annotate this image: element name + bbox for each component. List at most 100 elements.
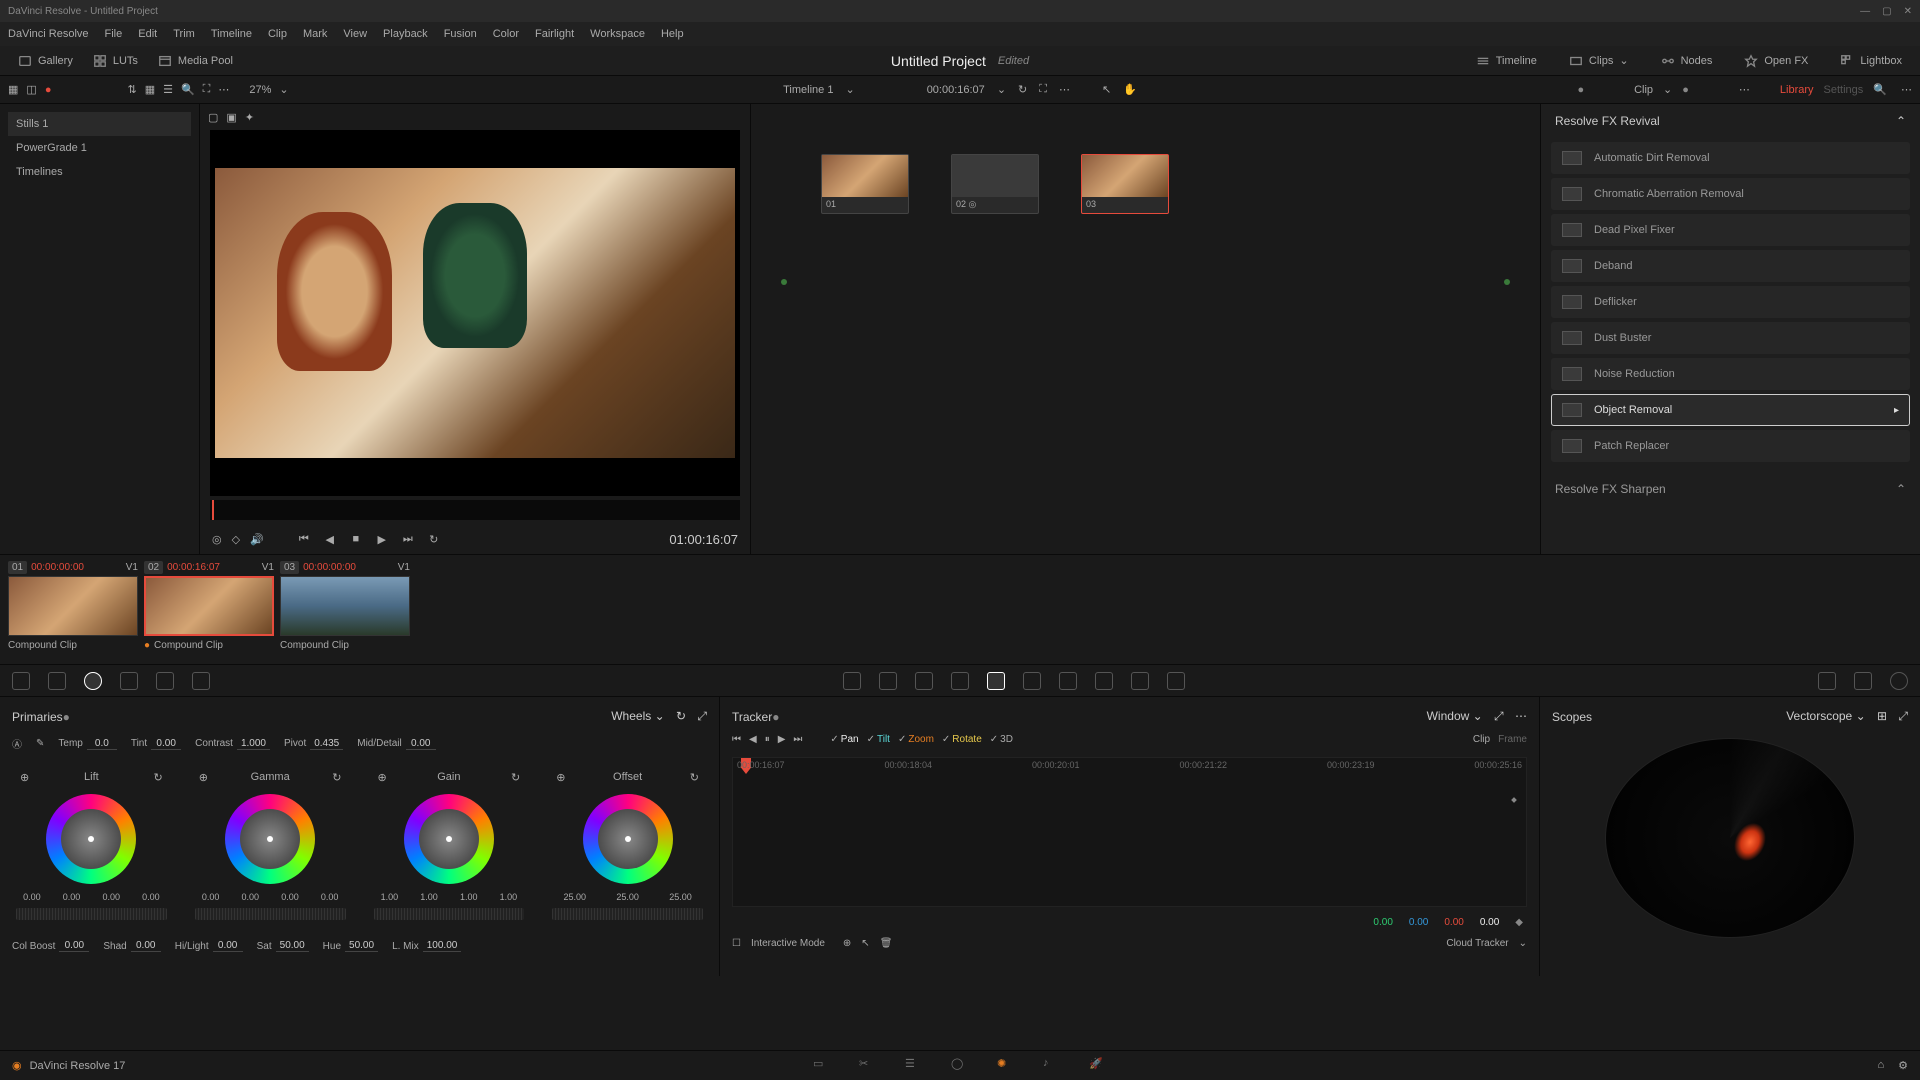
chevron-down-icon[interactable]: ⌄	[845, 83, 854, 96]
gallery-button[interactable]: Gallery	[8, 46, 83, 75]
chevron-down-icon[interactable]: ⌄	[1473, 709, 1483, 723]
menu-davinci[interactable]: DaVinci Resolve	[8, 28, 89, 40]
clip-thumbnail[interactable]	[280, 576, 410, 636]
sidebar-item-powergrade[interactable]: PowerGrade 1	[8, 136, 191, 160]
luts-button[interactable]: LUTs	[83, 46, 148, 75]
curves-icon[interactable]	[843, 672, 861, 690]
menu-workspace[interactable]: Workspace	[590, 28, 645, 40]
color-page-icon[interactable]: ✺	[997, 1057, 1015, 1075]
node-02[interactable]: 02 ◎	[951, 154, 1039, 214]
track-forward-button[interactable]: ▶	[778, 734, 786, 745]
adj-middetail[interactable]: Mid/Detail0.00	[357, 738, 435, 750]
clip-thumbnail[interactable]	[144, 576, 274, 636]
y-lift-slider[interactable]	[552, 908, 703, 920]
fx-item-dust-buster[interactable]: Dust Buster	[1551, 322, 1910, 354]
tilt-checkbox[interactable]: ✓ Tilt	[867, 734, 890, 745]
reset-icon[interactable]: ↻	[676, 709, 686, 723]
stop-button[interactable]: ■	[348, 531, 364, 547]
adj-pivot[interactable]: Pivot0.435	[284, 738, 343, 750]
window-dropdown[interactable]: Window	[1427, 709, 1470, 723]
fusion-page-icon[interactable]: ◯	[951, 1057, 969, 1075]
scope-options-icon[interactable]: ⊞	[1877, 709, 1887, 723]
home-icon[interactable]: ⌂	[1877, 1059, 1884, 1072]
wheel-reset-icon[interactable]: ↻	[154, 771, 163, 784]
node-dot-icon[interactable]: ●	[1682, 84, 1689, 96]
blur-icon[interactable]	[1059, 672, 1077, 690]
clip-01[interactable]: 0100:00:00:00V1Compound Clip	[8, 559, 138, 655]
adj-shad[interactable]: Shad0.00	[103, 940, 160, 952]
viewer-timecode[interactable]: 00:00:16:07	[927, 84, 985, 96]
lightbox-button[interactable]: Lightbox	[1830, 54, 1912, 68]
scopes-toggle-icon[interactable]	[1854, 672, 1872, 690]
color-wheel[interactable]	[583, 794, 673, 884]
wheel-picker-icon[interactable]: ⊕	[378, 771, 387, 784]
tracker-keyframe-icon[interactable]: ◆	[1515, 917, 1523, 928]
interactive-checkbox[interactable]: ☐	[732, 938, 741, 949]
menu-file[interactable]: File	[105, 28, 123, 40]
wheel-picker-icon[interactable]: ⊕	[556, 771, 565, 784]
color-warper-icon[interactable]	[879, 672, 897, 690]
clip-mode-button[interactable]: Clip	[1473, 734, 1490, 745]
settings-tab[interactable]: Settings	[1824, 84, 1864, 96]
window-icon[interactable]: ▣	[226, 111, 236, 124]
pan-checkbox[interactable]: ✓ Pan	[830, 734, 858, 745]
menu-fusion[interactable]: Fusion	[444, 28, 477, 40]
node-dot-icon[interactable]: ●	[1577, 84, 1584, 96]
clip-03[interactable]: 0300:00:00:00V1Compound Clip	[280, 559, 410, 655]
tracker-icon[interactable]	[987, 672, 1005, 690]
openfx-button[interactable]: Open FX	[1734, 54, 1818, 68]
zoom-checkbox[interactable]: ✓ Zoom	[898, 734, 934, 745]
remove-point-icon[interactable]: ↖	[861, 938, 869, 949]
fx-icon[interactable]: ✦	[245, 111, 254, 124]
fairlight-page-icon[interactable]: ♪	[1043, 1057, 1061, 1075]
fx-options-icon[interactable]: ⋯	[1901, 83, 1912, 96]
wheel-picker-icon[interactable]: ⊕	[199, 771, 208, 784]
menu-clip[interactable]: Clip	[268, 28, 287, 40]
scope-type-dropdown[interactable]: Vectorscope	[1786, 709, 1852, 723]
camera-raw-icon[interactable]	[12, 672, 30, 690]
options-icon[interactable]: ⋯	[1739, 83, 1750, 96]
cut-page-icon[interactable]: ✂	[859, 1057, 877, 1075]
options-icon[interactable]: ⋯	[1515, 709, 1527, 723]
adj-temp[interactable]: Temp0.0	[58, 738, 116, 750]
mute-icon[interactable]: 🔊	[250, 533, 264, 546]
sidebar-item-timelines[interactable]: Timelines	[8, 160, 191, 184]
mediapool-button[interactable]: Media Pool	[148, 46, 243, 75]
project-settings-icon[interactable]: ⚙	[1898, 1059, 1908, 1072]
options-icon[interactable]: ⋯	[218, 83, 229, 96]
options-icon[interactable]: ⋯	[1059, 83, 1070, 96]
split-screen-icon[interactable]: ◫	[26, 83, 36, 96]
wheel-reset-icon[interactable]: ↻	[690, 771, 699, 784]
fx-item-chromatic-aberration-removal[interactable]: Chromatic Aberration Removal	[1551, 178, 1910, 210]
menu-color[interactable]: Color	[493, 28, 519, 40]
loop-icon[interactable]: ↻	[1018, 83, 1027, 96]
track-reverse-one-button[interactable]: ⏮	[732, 734, 741, 745]
clips-button[interactable]: Clips ⌄	[1559, 54, 1639, 68]
grid-view-icon[interactable]: ▦	[145, 83, 155, 96]
collapse-icon[interactable]: ⌃	[1896, 114, 1906, 128]
list-view-icon[interactable]: ☰	[163, 83, 173, 96]
adj-hilight[interactable]: Hi/Light0.00	[175, 940, 243, 952]
track-forward-one-button[interactable]: ⏭	[793, 734, 802, 745]
auto-balance-icon[interactable]: Ⓐ	[12, 736, 22, 751]
node-01[interactable]: 01	[821, 154, 909, 214]
wheel-reset-icon[interactable]: ↻	[511, 771, 520, 784]
chevron-down-icon[interactable]: ⌄	[655, 709, 665, 723]
pointer-tool-icon[interactable]: ↖	[1102, 83, 1111, 96]
hand-tool-icon[interactable]: ✋	[1123, 83, 1137, 96]
graph-input-icon[interactable]	[781, 279, 787, 285]
expand-icon[interactable]: ⤢	[1898, 709, 1908, 723]
menu-mark[interactable]: Mark	[303, 28, 327, 40]
rotate-checkbox[interactable]: ✓ Rotate	[942, 734, 982, 745]
chevron-down-icon[interactable]: ⌄	[1856, 709, 1866, 723]
rgb-mixer-icon[interactable]	[156, 672, 174, 690]
wheel-picker-icon[interactable]: ⊕	[20, 771, 29, 784]
node-03[interactable]: 03	[1081, 154, 1169, 214]
fx-search-icon[interactable]: 🔍	[1873, 83, 1887, 96]
cloud-tracker-dropdown[interactable]: Cloud Tracker	[1446, 938, 1508, 949]
chevron-down-icon[interactable]: ⌄	[1663, 83, 1672, 96]
node-graph[interactable]: 01 02 ◎ 03	[750, 104, 1540, 554]
adj-tint[interactable]: Tint0.00	[131, 738, 181, 750]
fx-item-noise-reduction[interactable]: Noise Reduction	[1551, 358, 1910, 390]
fx-item-object-removal[interactable]: Object Removal▸	[1551, 394, 1910, 426]
